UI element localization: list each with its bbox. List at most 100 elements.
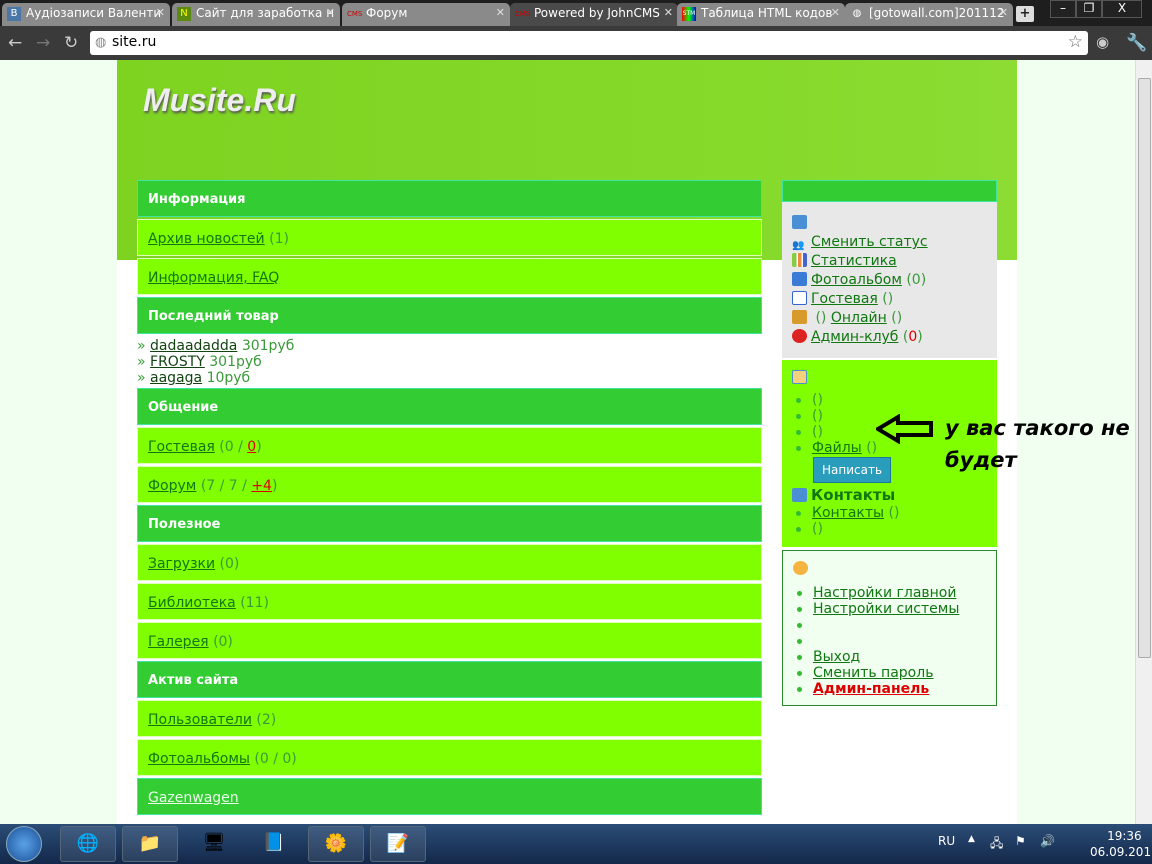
count: ()	[815, 310, 827, 326]
count: (11)	[240, 595, 269, 611]
count: (0 / 0)	[254, 751, 297, 767]
logout-link[interactable]: Выход	[813, 649, 860, 665]
chrome-taskbar-icon[interactable]: 🌐	[60, 826, 116, 862]
photo-icon	[792, 272, 807, 286]
admin-panel-link[interactable]: Админ-панель	[813, 681, 929, 697]
gazenwagen-link[interactable]: Gazenwagen	[148, 790, 239, 806]
profile-card-icon	[792, 215, 807, 229]
section-header-useful: Полезное	[137, 505, 762, 542]
wrench-icon[interactable]: 🔧	[1126, 33, 1147, 53]
address-bar[interactable]: ◍ site.ru ☆	[90, 31, 1088, 55]
language-indicator[interactable]: RU	[938, 834, 955, 848]
count: (0)	[213, 634, 233, 650]
scrollbar-thumb[interactable]	[1138, 78, 1151, 658]
new-forum-link[interactable]: +4	[251, 478, 272, 494]
explorer-taskbar-icon[interactable]: 📁	[122, 826, 178, 862]
icq-taskbar-icon[interactable]: 🌼	[308, 826, 364, 862]
statistics-link[interactable]: Статистика	[811, 253, 897, 269]
n-icon: N	[177, 7, 191, 21]
forward-icon[interactable]: →	[36, 33, 50, 53]
tab-vk[interactable]: В Аудіозаписи Валенти ✕	[2, 3, 170, 26]
forum-link[interactable]: Форум	[148, 478, 196, 494]
close-tab-icon[interactable]: ✕	[326, 6, 335, 19]
back-icon[interactable]: ←	[8, 33, 22, 53]
tab-label: Таблица HTML кодов	[701, 6, 833, 20]
count: ()	[812, 392, 823, 408]
section-header-last-product: Последний товар	[137, 297, 762, 334]
menu-item-news: Архив новостей (1)	[137, 219, 762, 256]
stm-icon: STM	[682, 7, 696, 21]
count-close: )	[271, 478, 278, 494]
gallery-link[interactable]: Галерея	[148, 634, 209, 650]
system-settings-link[interactable]: Настройки системы	[813, 601, 959, 617]
close-tab-icon[interactable]: ✕	[496, 6, 505, 19]
tab-label: Форум	[366, 6, 408, 20]
profile-guestbook-link[interactable]: Гостевая	[811, 291, 878, 307]
close-window-button[interactable]: X	[1102, 0, 1142, 18]
annotation-text: у вас такого не будет	[945, 416, 1130, 472]
files-link[interactable]: Файлы	[812, 440, 862, 456]
show-hidden-icons[interactable]: ▲	[968, 834, 975, 844]
app-taskbar-icon[interactable]: 🖥	[186, 826, 242, 862]
clock[interactable]: 19:36 06.09.2012	[1090, 828, 1152, 860]
contacts-link[interactable]: Контакты	[812, 505, 884, 521]
start-button[interactable]	[6, 826, 42, 862]
downloads-link[interactable]: Загрузки	[148, 556, 215, 572]
list-item: Админ-панель	[793, 681, 986, 697]
tab-gotowall[interactable]: ◍ [gotowall.com]201112 ✕	[845, 3, 1013, 26]
statistics-icon	[792, 253, 807, 267]
product-link[interactable]: FROSTY	[150, 354, 205, 370]
restore-button[interactable]: ❐	[1076, 0, 1102, 18]
vertical-scrollbar[interactable]	[1135, 60, 1152, 824]
notepad-taskbar-icon[interactable]: 📝	[370, 826, 426, 862]
price: 10руб	[206, 370, 251, 386]
albums-link[interactable]: Фотоальбомы	[148, 751, 250, 767]
reload-icon[interactable]: ↻	[64, 33, 78, 53]
photoalbum-link[interactable]: Фотоальбом	[811, 272, 902, 288]
count: (0)	[906, 272, 927, 288]
flag-icon[interactable]: ⚑	[1015, 834, 1026, 848]
close-tab-icon[interactable]: ✕	[999, 6, 1008, 19]
product-link[interactable]: dadaadadda	[150, 338, 237, 354]
bookmark-star-icon[interactable]: ☆	[1068, 32, 1083, 52]
menu-item-forum: Форум (7 / 7 / +4)	[137, 466, 762, 503]
guestbook-link[interactable]: Гостевая	[148, 439, 215, 455]
tab-johncms[interactable]: CMS Powered by JohnCMS ✕	[510, 3, 678, 26]
tab-html-codes[interactable]: STM Таблица HTML кодов ✕	[677, 3, 845, 26]
product-link[interactable]: aagaga	[150, 370, 202, 386]
admin-club-link[interactable]: Админ-клуб	[811, 329, 898, 345]
change-password-link[interactable]: Сменить пароль	[813, 665, 933, 681]
faq-link[interactable]: Информация, FAQ	[148, 270, 279, 286]
section-header-communication: Общение	[137, 388, 762, 425]
menu-item-gazenwagen: Gazenwagen	[137, 778, 762, 815]
minimize-button[interactable]: –	[1050, 0, 1076, 18]
network-icon[interactable]: 🖧	[990, 834, 1003, 855]
extension-icon[interactable]: ◉	[1096, 33, 1109, 51]
main-settings-link[interactable]: Настройки главной	[813, 585, 956, 601]
windows-taskbar: 🌐 📁 🖥 📘 🌼 📝 RU ▲ 🖧 ⚑ 🔊 19:36 06.09.2012	[0, 824, 1152, 864]
online-link[interactable]: Онлайн	[831, 310, 887, 326]
new-guest-link[interactable]: 0	[247, 439, 256, 455]
news-archive-link[interactable]: Архив новостей	[148, 231, 265, 247]
tab-earn[interactable]: N Сайт для заработка н ✕	[172, 3, 340, 26]
volume-icon[interactable]: 🔊	[1040, 834, 1055, 848]
page-icon: ◍	[95, 35, 107, 50]
web-page: Musite.Ru Информация Архив новостей (1) …	[0, 60, 1135, 824]
change-status-link[interactable]: Сменить статус	[811, 234, 928, 250]
cms-icon: CMS	[515, 10, 531, 18]
library-link[interactable]: Библиотека	[148, 595, 236, 611]
profile-box: 👥 Сменить статус Статистика Фотоальбом (0…	[782, 202, 997, 358]
tab-forum[interactable]: CMS Форум ✕	[342, 3, 510, 26]
site-logo[interactable]: Musite.Ru	[143, 82, 296, 119]
sidebar-header	[782, 180, 997, 202]
write-button[interactable]: Написать	[813, 457, 892, 483]
close-tab-icon[interactable]: ✕	[664, 6, 673, 19]
list-item: Настройки системы	[793, 601, 986, 617]
close-tab-icon[interactable]: ✕	[156, 6, 165, 19]
count-red: 0	[908, 329, 918, 345]
new-tab-button[interactable]: +	[1016, 6, 1034, 22]
users-link[interactable]: Пользователи	[148, 712, 252, 728]
product-list: » dadaadadda 301руб » FROSTY 301руб » aa…	[137, 336, 762, 387]
close-tab-icon[interactable]: ✕	[831, 6, 840, 19]
document-taskbar-icon[interactable]: 📘	[246, 826, 302, 862]
